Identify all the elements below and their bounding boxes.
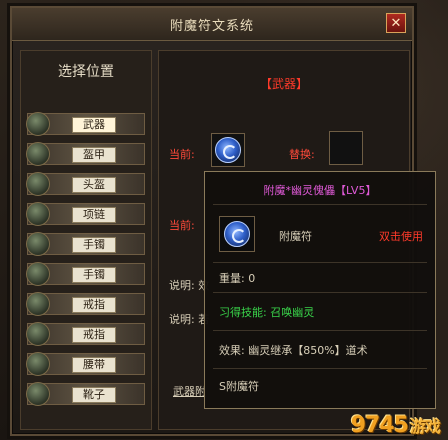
current-rune-slot[interactable]: [211, 133, 245, 167]
slot-label: 腰带: [72, 357, 116, 373]
slot-label: 戒指: [72, 327, 116, 343]
title-bar[interactable]: 附魔符文系统 ✕: [12, 8, 412, 41]
weapon-slot-icon: [26, 112, 50, 136]
tooltip-divider: [213, 292, 427, 293]
current-rune-label-2: 当前:: [169, 219, 195, 232]
site-watermark: 9745 游戏: [350, 413, 441, 438]
slot-label: 手镯: [72, 267, 116, 283]
helmet-slot-icon: [26, 172, 50, 196]
replace-rune-label: 替换:: [289, 148, 315, 161]
tooltip-title: 附魔*幽灵傀儡【LV5】: [263, 184, 377, 197]
ring-slot-icon: [26, 292, 50, 316]
slot-ring-2[interactable]: 戒指: [26, 322, 145, 346]
slot-label: 盔甲: [72, 147, 116, 163]
slot-label: 武器: [72, 117, 116, 133]
tooltip-skill: 习得技能: 召唤幽灵: [219, 306, 315, 319]
watermark-logo: 9745: [350, 413, 409, 438]
slot-boots[interactable]: 靴子: [26, 382, 145, 406]
window-title: 附魔符文系统: [169, 19, 254, 34]
slot-list-header: 选择位置: [58, 64, 114, 80]
slot-belt[interactable]: 腰带: [26, 352, 145, 376]
tooltip-item-name: 附魔符: [279, 230, 312, 243]
close-button[interactable]: ✕: [386, 13, 406, 33]
selected-slot-title: 【武器】: [259, 77, 308, 91]
bracelet-slot-icon: [26, 232, 50, 256]
tooltip-use-hint: 双击使用: [379, 230, 423, 243]
slot-bracelet-2[interactable]: 手镯: [26, 262, 145, 286]
weapon-enchant-link[interactable]: 武器附: [173, 383, 206, 399]
slot-armor[interactable]: 盔甲: [26, 142, 145, 166]
tooltip-divider: [213, 368, 427, 369]
slot-bracelet-1[interactable]: 手镯: [26, 232, 145, 256]
slot-weapon[interactable]: 武器: [26, 112, 145, 136]
ring-slot-icon: [26, 322, 50, 346]
slot-label: 项链: [72, 207, 116, 223]
tooltip-effect: 效果: 幽灵继承【850%】道术: [219, 344, 368, 357]
rune-icon: [224, 221, 250, 247]
tooltip-divider: [213, 262, 427, 263]
slot-label: 头盔: [72, 177, 116, 193]
slot-helmet[interactable]: 头盔: [26, 172, 145, 196]
replace-rune-slot[interactable]: [329, 131, 363, 165]
armor-slot-icon: [26, 142, 50, 166]
necklace-slot-icon: [26, 202, 50, 226]
bracelet-slot-icon: [26, 262, 50, 286]
boots-slot-icon: [26, 382, 50, 406]
current-rune-label: 当前:: [169, 148, 195, 161]
slot-necklace[interactable]: 项链: [26, 202, 145, 226]
slot-ring-1[interactable]: 戒指: [26, 292, 145, 316]
tooltip-item-slot: [219, 216, 255, 252]
slot-label: 手镯: [72, 237, 116, 253]
tooltip-divider: [213, 330, 427, 331]
tooltip-item-type: S附魔符: [219, 380, 259, 393]
slot-list-panel: 选择位置 武器 盔甲 头盔 项链 手镯 手镯 戒指 戒指 腰带 靴子: [20, 50, 152, 430]
tooltip-divider: [213, 204, 427, 205]
watermark-sub: 游戏: [409, 417, 441, 436]
slot-label: 靴子: [72, 387, 116, 403]
tooltip-weight: 重量: 0: [219, 272, 256, 285]
rune-icon: [215, 137, 241, 163]
item-tooltip: 附魔*幽灵傀儡【LV5】 附魔符 双击使用 重量: 0 习得技能: 召唤幽灵 效…: [204, 171, 436, 409]
belt-slot-icon: [26, 352, 50, 376]
slot-label: 戒指: [72, 297, 116, 313]
close-icon: ✕: [390, 15, 402, 31]
